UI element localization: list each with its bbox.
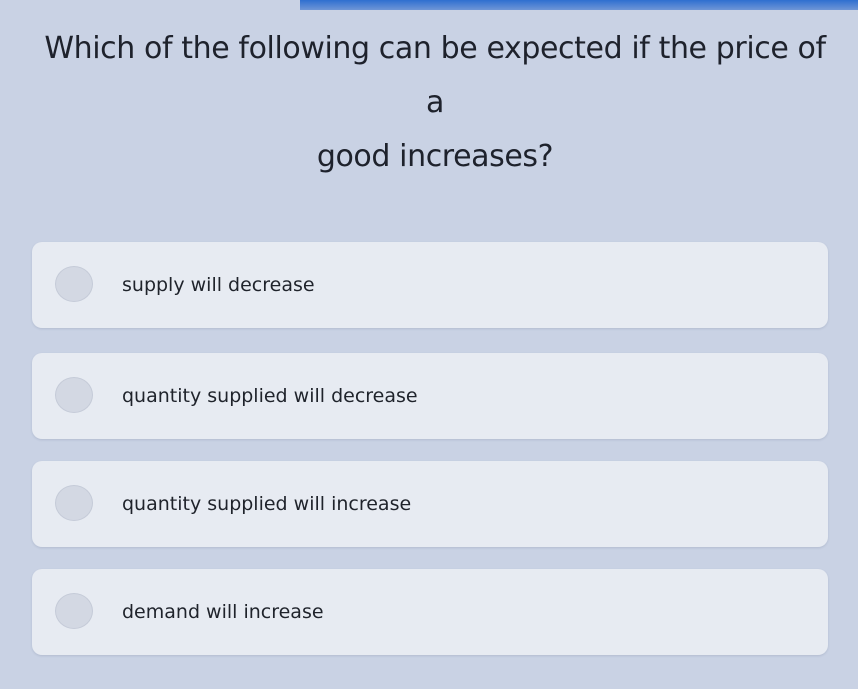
- question-text: Which of the following can be expected i…: [40, 22, 830, 184]
- question-line-2: good increases?: [316, 139, 554, 174]
- radio-circle-icon[interactable]: [55, 485, 93, 521]
- answer-option-label: quantity supplied will decrease: [122, 385, 418, 407]
- answer-option-1[interactable]: supply will decrease: [32, 242, 828, 328]
- answer-option-label: supply will decrease: [122, 274, 315, 296]
- radio-circle-icon[interactable]: [55, 593, 93, 629]
- radio-circle-icon[interactable]: [55, 377, 93, 413]
- answer-option-label: quantity supplied will increase: [122, 493, 412, 515]
- answer-option-2[interactable]: quantity supplied will decrease: [32, 353, 828, 439]
- answer-option-3[interactable]: quantity supplied will increase: [32, 461, 828, 547]
- answer-option-4[interactable]: demand will increase: [32, 569, 828, 655]
- answer-option-label: demand will increase: [122, 601, 324, 623]
- top-accent-bar: [300, 0, 858, 10]
- radio-circle-icon[interactable]: [55, 266, 93, 302]
- question-line-1: Which of the following can be expected i…: [44, 31, 826, 120]
